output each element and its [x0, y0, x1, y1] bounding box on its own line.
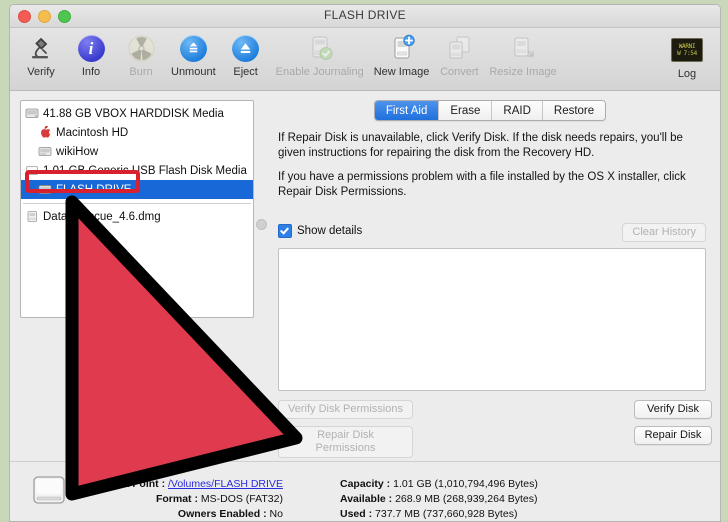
tab-restore[interactable]: Restore [542, 101, 606, 120]
sidebar-divider [23, 203, 251, 204]
toolbar-label-resize-image: Resize Image [489, 66, 557, 78]
journaling-disk-icon [306, 31, 334, 65]
footer-capacity-value: 1.01 GB (1,010,794,496 Bytes) [393, 478, 538, 490]
repair-disk-button[interactable]: Repair Disk [634, 426, 712, 445]
new-image-icon [388, 31, 416, 65]
sidebar-item-vbox-harddisk[interactable]: 41.88 GB VBOX HARDDISK Media [21, 104, 253, 123]
volume-icon [38, 183, 52, 196]
toolbar-label-log: Log [677, 68, 697, 80]
toolbar-button-info[interactable]: i Info [66, 31, 116, 78]
toolbar-button-new-image[interactable]: New Image [369, 31, 435, 78]
footer-format-label: Format : [155, 493, 198, 505]
toolbar-label-burn: Burn [129, 66, 153, 78]
info-circle-icon: i [77, 31, 105, 65]
sidebar-item-macintosh-hd[interactable]: Macintosh HD [21, 123, 253, 142]
microscope-icon [27, 31, 55, 65]
toolbar-button-resize-image: Resize Image [484, 31, 561, 78]
convert-icon [445, 31, 473, 65]
window-content: 41.88 GB VBOX HARDDISK Media Macintosh H… [10, 91, 720, 521]
verify-disk-permissions-button[interactable]: Verify Disk Permissions [278, 400, 413, 419]
repair-disk-permissions-button[interactable]: Repair Disk Permissions [278, 426, 413, 458]
sidebar-label: Data_Rescue_4.6.dmg [43, 210, 161, 223]
window-titlebar: FLASH DRIVE [10, 5, 720, 28]
log-display-icon: WARNI W 7:54 [671, 33, 703, 67]
volume-icon [38, 145, 52, 158]
sidebar-label: 41.88 GB VBOX HARDDISK Media [43, 107, 224, 120]
footer-format-row: Format : MS-DOS (FAT32) [98, 492, 283, 507]
external-drive-icon [30, 473, 68, 514]
hard-disk-icon [25, 107, 39, 120]
footer-capacity-label: Capacity : [340, 478, 391, 490]
footer-format-value: MS-DOS (FAT32) [200, 493, 283, 505]
eject-icon [232, 31, 260, 65]
toolbar-label-eject: Eject [233, 66, 258, 78]
first-aid-paragraph-1: If Repair Disk is unavailable, click Ver… [278, 132, 683, 159]
toolbar: Verify i Info Burn Unmount Eject Enable … [10, 28, 720, 91]
toolbar-items: Verify i Info Burn Unmount Eject Enable … [16, 31, 562, 78]
footer-mount-point-row: Mount Point : /Volumes/FLASH DRIVE [98, 477, 283, 492]
toolbar-label-enable-journaling: Enable Journaling [275, 66, 364, 78]
unmount-icon [179, 31, 207, 65]
sidebar-item-generic-usb-flash-disk[interactable]: 1.01 GB Generic USB Flash Disk Media [21, 161, 253, 180]
toolbar-button-eject[interactable]: Eject [221, 31, 271, 78]
toolbar-button-log[interactable]: WARNI W 7:54 Log [662, 33, 712, 80]
footer-left-column: Mount Point : /Volumes/FLASH DRIVE Forma… [98, 477, 283, 521]
disk-utility-window: FLASH DRIVE Verify i Info Burn Unmount E… [9, 4, 721, 522]
toolbar-button-verify[interactable]: Verify [16, 31, 66, 78]
toolbar-label-verify: Verify [27, 66, 55, 78]
disk-info-footer: Mount Point : /Volumes/FLASH DRIVE Forma… [10, 461, 720, 521]
sidebar-label: Macintosh HD [56, 126, 129, 139]
sidebar-label: FLASH DRIVE [56, 183, 132, 196]
footer-used-label: Used : [340, 508, 373, 520]
toolbar-button-unmount[interactable]: Unmount [166, 31, 221, 78]
log-screen-line-1: WARNI [678, 43, 696, 50]
sidebar-item-flash-drive[interactable]: FLASH DRIVE [21, 180, 253, 199]
footer-owners-enabled-value: No [269, 508, 283, 520]
toolbar-button-burn: Burn [116, 31, 166, 78]
tab-raid[interactable]: RAID [492, 101, 543, 120]
footer-available-row: Available : 268.9 MB (268,939,264 Bytes) [340, 492, 538, 507]
usb-disk-icon [25, 164, 39, 177]
first-aid-pane: First Aid Erase RAID Restore If Repair D… [268, 100, 712, 514]
pane-splitter-handle[interactable] [256, 219, 267, 230]
footer-available-label: Available : [340, 493, 393, 505]
sidebar-label: 1.01 GB Generic USB Flash Disk Media [43, 164, 247, 177]
clear-history-button[interactable]: Clear History [622, 223, 706, 242]
footer-available-value: 268.9 MB (268,939,264 Bytes) [395, 493, 538, 505]
mac-volume-icon [38, 125, 52, 139]
verify-disk-button[interactable]: Verify Disk [634, 400, 712, 419]
footer-mount-point-label: Mount Point : [98, 478, 166, 490]
footer-used-value: 737.7 MB (737,660,928 Bytes) [375, 508, 518, 520]
log-screen-line-2: W 7:54 [677, 50, 697, 57]
details-row: Show details Clear History [278, 223, 706, 242]
footer-right-column: Capacity : 1.01 GB (1,010,794,496 Bytes)… [340, 477, 538, 521]
sidebar-item-wikihow[interactable]: wikiHow [21, 142, 253, 161]
first-aid-paragraph-2: If you have a permissions problem with a… [278, 171, 686, 198]
tab-first-aid[interactable]: First Aid [374, 101, 440, 120]
resize-image-icon [509, 31, 537, 65]
first-aid-log-area[interactable] [278, 248, 706, 391]
show-details-label: Show details [297, 225, 363, 237]
toolbar-label-unmount: Unmount [171, 66, 216, 78]
pane-tabbar: First Aid Erase RAID Restore [268, 100, 712, 121]
window-title: FLASH DRIVE [324, 8, 406, 22]
toolbar-label-new-image: New Image [373, 66, 430, 78]
checkmark-icon [278, 224, 292, 238]
toolbar-button-convert: Convert [434, 31, 484, 78]
sidebar-label: wikiHow [56, 145, 99, 158]
toolbar-label-convert: Convert [440, 66, 479, 78]
sidebar-item-disk-image[interactable]: Data_Rescue_4.6.dmg [21, 207, 253, 226]
dmg-icon [25, 210, 39, 223]
footer-capacity-row: Capacity : 1.01 GB (1,010,794,496 Bytes) [340, 477, 538, 492]
footer-mount-point-value[interactable]: /Volumes/FLASH DRIVE [168, 478, 283, 490]
screenshot-root: FLASH DRIVE Verify i Info Burn Unmount E… [0, 0, 728, 522]
toolbar-button-enable-journaling: Enable Journaling [271, 31, 369, 78]
radiation-burn-icon [127, 31, 155, 65]
toolbar-label-info: Info [81, 66, 101, 78]
tab-erase[interactable]: Erase [439, 101, 493, 120]
device-sidebar[interactable]: 41.88 GB VBOX HARDDISK Media Macintosh H… [20, 100, 254, 318]
